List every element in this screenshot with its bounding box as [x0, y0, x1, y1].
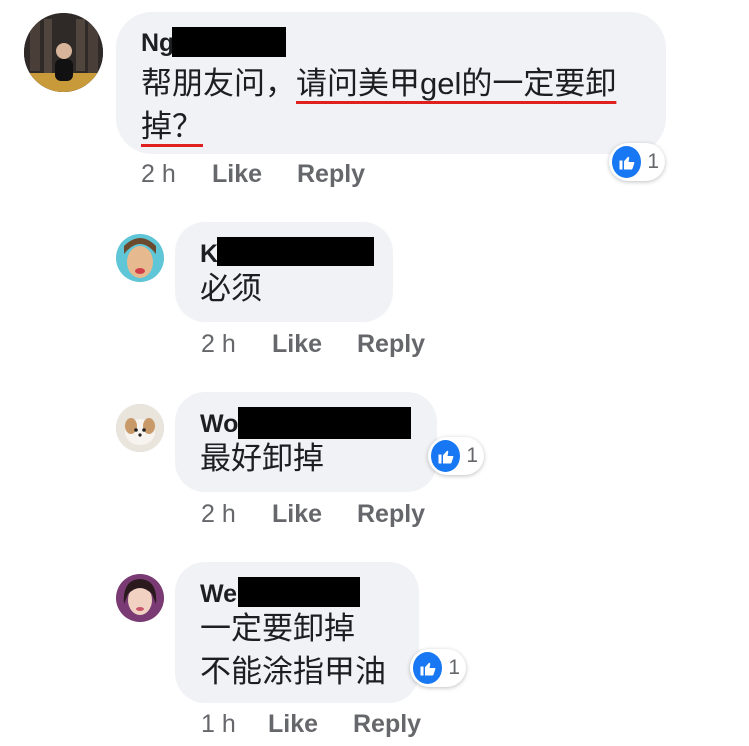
comment-text: 最好卸掉	[200, 441, 324, 476]
reaction-count: 1	[448, 656, 460, 679]
timestamp[interactable]: 2 h	[201, 500, 236, 529]
comment-text-underlined: 请问美甲gel的一定要卸	[296, 66, 617, 101]
comment-text-plain: 帮朋友问，	[141, 66, 296, 101]
avatar-photo	[24, 13, 103, 92]
comment-text: 一定要卸掉不能涂指甲油	[200, 607, 386, 693]
avatar-photo	[116, 404, 164, 452]
redaction-bar	[238, 407, 411, 439]
comment-actions: 2 h Like Reply	[0, 160, 749, 190]
reply-button[interactable]: Reply	[357, 500, 425, 529]
timestamp[interactable]: 1 h	[201, 710, 236, 739]
redaction-bar	[172, 27, 286, 57]
timestamp[interactable]: 2 h	[141, 160, 176, 189]
thumbs-up-icon	[431, 440, 461, 472]
comment-author[interactable]: Ng	[141, 29, 174, 58]
reply-button[interactable]: Reply	[357, 330, 425, 359]
avatar[interactable]	[116, 574, 164, 622]
comment-text-line-1: 一定要卸掉	[200, 611, 355, 646]
comment-actions: 1 h Like Reply	[0, 710, 749, 740]
comment-author[interactable]: We	[200, 580, 237, 609]
comment-text: 必须	[200, 271, 262, 306]
reply-button[interactable]: Reply	[297, 160, 365, 189]
reply-button[interactable]: Reply	[353, 710, 421, 739]
reaction-badge[interactable]: 1	[410, 649, 466, 687]
like-button[interactable]: Like	[268, 710, 318, 739]
comment-actions: 2 h Like Reply	[0, 330, 749, 360]
reaction-count: 1	[466, 444, 478, 467]
reaction-badge[interactable]: 1	[428, 437, 484, 475]
timestamp[interactable]: 2 h	[201, 330, 236, 359]
comment-actions: 2 h Like Reply	[0, 500, 749, 530]
comment-author[interactable]: Wo	[200, 410, 238, 439]
avatar[interactable]	[24, 13, 103, 92]
comment-text: 帮朋友问，请问美甲gel的一定要卸掉？	[141, 62, 651, 148]
redaction-bar	[238, 577, 360, 607]
comment-author[interactable]: K	[200, 240, 218, 269]
like-button[interactable]: Like	[272, 500, 322, 529]
thumbs-up-icon	[413, 652, 443, 684]
avatar-photo	[116, 574, 164, 622]
comment-text-line-2: 不能涂指甲油	[200, 654, 386, 689]
like-button[interactable]: Like	[272, 330, 322, 359]
avatar[interactable]	[116, 404, 164, 452]
comment-text-underlined-2: 掉？	[141, 109, 203, 144]
avatar[interactable]	[116, 234, 164, 282]
like-button[interactable]: Like	[212, 160, 262, 189]
redaction-bar	[217, 237, 374, 266]
avatar-photo	[116, 234, 164, 282]
